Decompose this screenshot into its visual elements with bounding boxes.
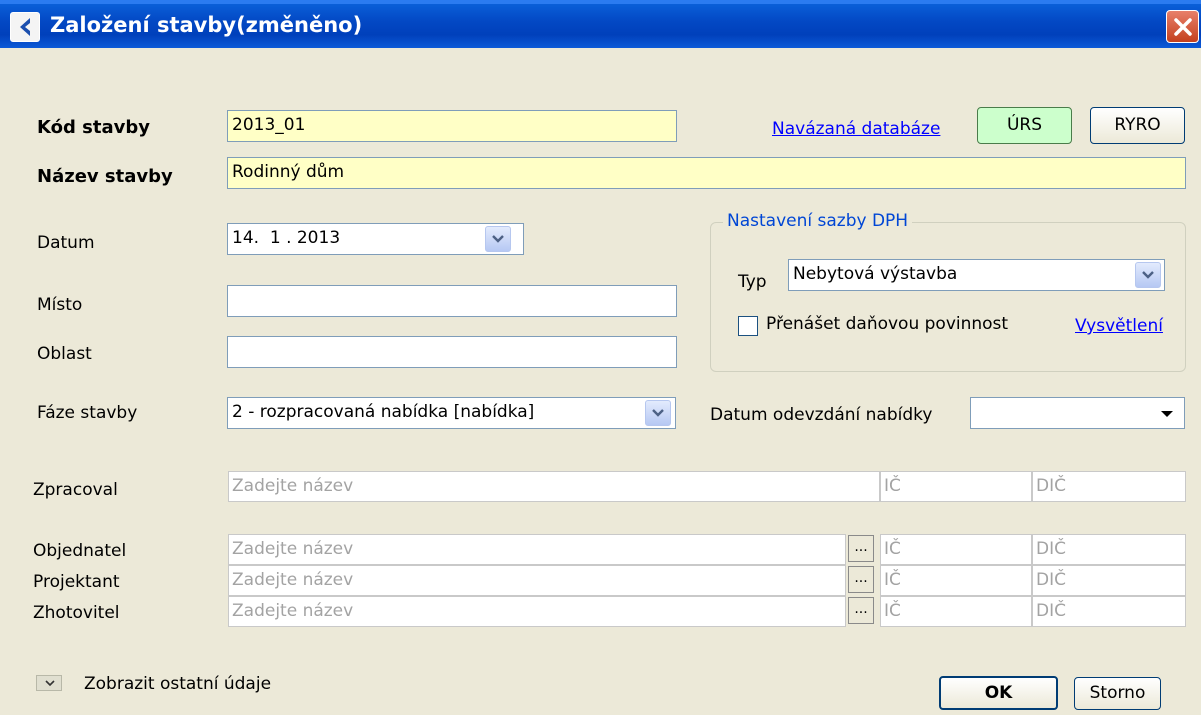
zpracoval-name-input[interactable]: Zadejte název [228, 471, 880, 502]
objednatel-ic-input[interactable]: IČ [880, 534, 1032, 565]
oblast-input[interactable] [227, 336, 677, 368]
objednatel-name-input[interactable]: Zadejte název [228, 534, 846, 565]
zhotovitel-browse-button[interactable]: ... [848, 597, 874, 624]
window-title: Založení stavby(změněno) [50, 13, 363, 37]
tax-liability-label: Přenášet daňovou povinnost [766, 314, 1009, 334]
projektant-browse-button[interactable]: ... [848, 566, 874, 593]
datum-select[interactable]: 14. 1 . 2013 [227, 223, 524, 255]
chevron-down-icon[interactable] [645, 400, 671, 426]
dph-type-select[interactable]: Nebytová výstavba [788, 259, 1165, 291]
projektant-dic-input[interactable]: DIČ [1032, 565, 1186, 596]
chevron-down-icon[interactable] [1135, 262, 1161, 288]
dph-legend: Nastavení sazby DPH [723, 211, 913, 231]
zpracoval-dic-input[interactable]: DIČ [1032, 471, 1186, 502]
faze-stavby-label: Fáze stavby [37, 403, 138, 423]
title-bar: Založení stavby(změněno) [0, 0, 1201, 48]
datum-odevzdani-label: Datum odevzdání nabídky [710, 405, 933, 425]
objednatel-browse-button[interactable]: ... [848, 535, 874, 562]
misto-label: Místo [37, 295, 83, 315]
linked-database-link[interactable]: Navázaná databáze [772, 119, 940, 139]
zhotovitel-ic-input[interactable]: IČ [880, 596, 1032, 627]
faze-stavby-select[interactable]: 2 - rozpracovaná nabídka [nabídka] [227, 397, 676, 429]
datum-label: Datum [37, 233, 95, 253]
datum-value: 14. 1 . 2013 [232, 228, 341, 248]
ok-button[interactable]: OK [939, 676, 1058, 710]
kod-stavby-label: Kód stavby [37, 117, 150, 138]
zhotovitel-label: Zhotovitel [33, 603, 120, 623]
dph-type-label: Typ [738, 272, 767, 292]
zpracoval-label: Zpracoval [33, 480, 118, 500]
nazev-stavby-label: Název stavby [37, 166, 173, 187]
dph-groupbox [710, 222, 1186, 372]
oblast-label: Oblast [37, 344, 92, 364]
ryro-button[interactable]: RYRO [1090, 107, 1185, 144]
datum-odevzdani-select[interactable] [970, 397, 1185, 429]
faze-stavby-value: 2 - rozpracovaná nabídka [nabídka] [232, 402, 535, 422]
projektant-name-input[interactable]: Zadejte název [228, 565, 846, 596]
misto-input[interactable] [227, 285, 677, 317]
storno-button[interactable]: Storno [1074, 677, 1161, 710]
nazev-stavby-input[interactable]: Rodinný dům [227, 157, 1186, 189]
explanation-link[interactable]: Vysvětlení [1075, 316, 1163, 336]
chevron-down-icon[interactable] [485, 226, 511, 252]
close-icon[interactable] [1166, 10, 1199, 43]
zpracoval-ic-input[interactable]: IČ [880, 471, 1032, 502]
show-other-data-label[interactable]: Zobrazit ostatní údaje [84, 674, 271, 694]
projektant-ic-input[interactable]: IČ [880, 565, 1032, 596]
objednatel-dic-input[interactable]: DIČ [1032, 534, 1186, 565]
tax-liability-checkbox[interactable] [738, 316, 758, 336]
zhotovitel-name-input[interactable]: Zadejte název [228, 596, 846, 627]
urs-button[interactable]: ÚRS [977, 107, 1072, 144]
dropdown-arrow-icon[interactable] [1154, 402, 1180, 426]
objednatel-label: Objednatel [33, 541, 127, 561]
kod-stavby-input[interactable]: 2013_01 [227, 110, 677, 142]
zhotovitel-dic-input[interactable]: DIČ [1032, 596, 1186, 627]
back-arrow-icon[interactable] [10, 12, 40, 42]
dph-type-value: Nebytová výstavba [793, 264, 958, 284]
expand-chevron-icon[interactable] [36, 675, 62, 691]
projektant-label: Projektant [33, 572, 120, 592]
